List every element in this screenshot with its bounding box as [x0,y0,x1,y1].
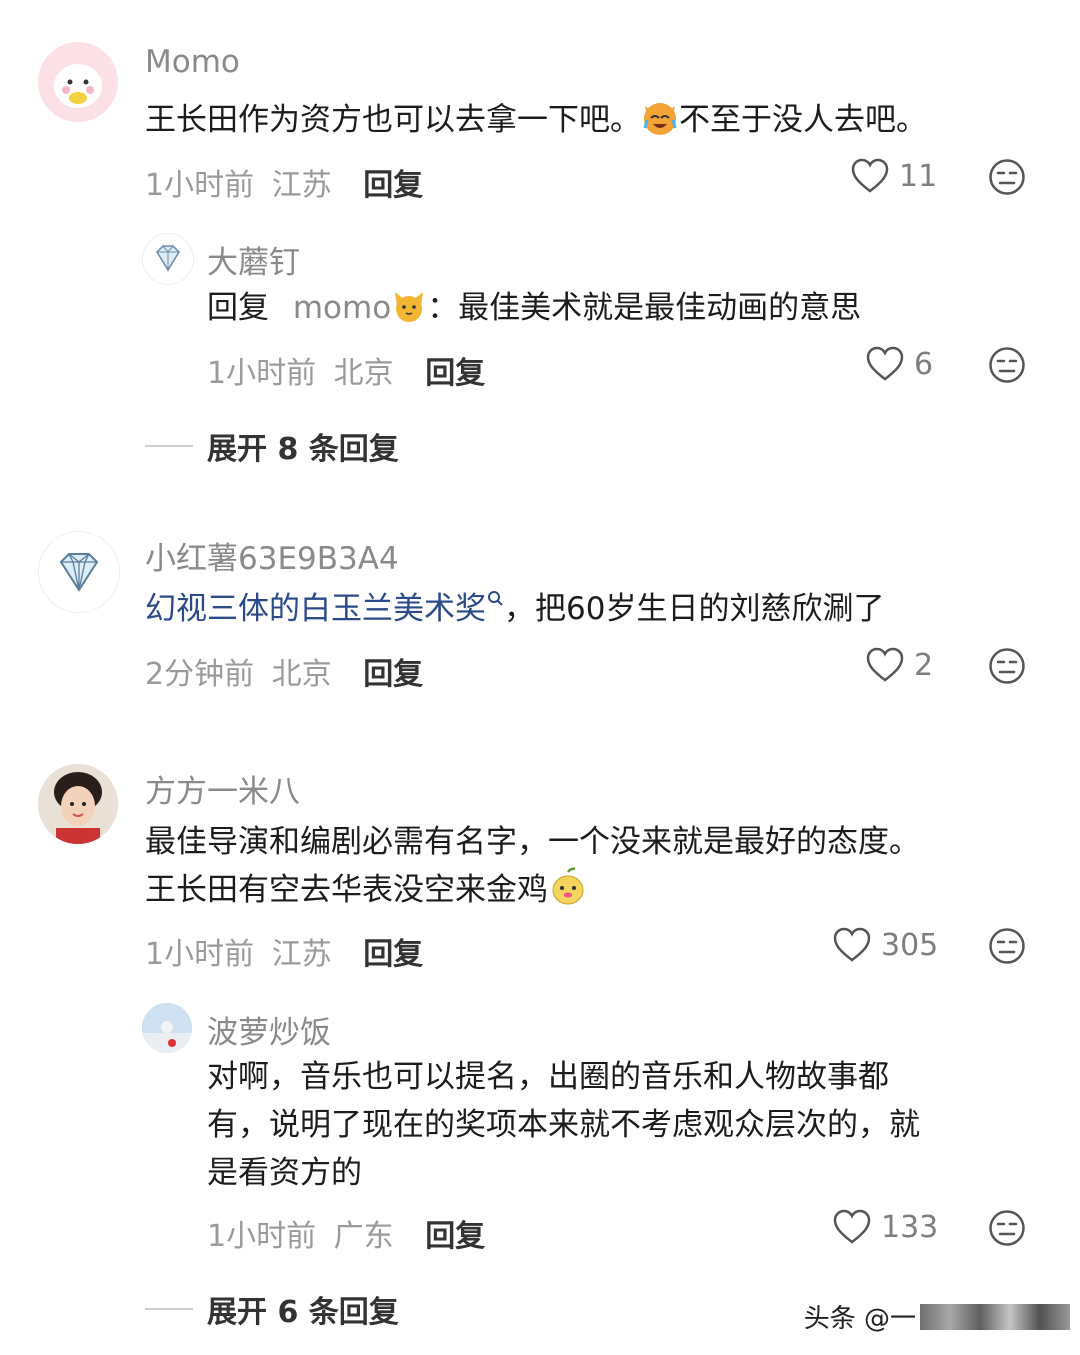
comment-text: 回复 momo ：最佳美术就是最佳动画的意思 [207,290,862,326]
reply-button[interactable]: 回复 [363,657,423,692]
heart-icon [833,1209,871,1244]
comment-meta: 2分钟前 北京 回复 [145,649,423,693]
dislike-button[interactable] [988,158,1026,200]
search-icon[interactable] [486,589,504,611]
reply-button[interactable]: 回复 [425,356,485,391]
comment-text: 最佳导演和编剧必需有名字，一个没来就是最好的态度。 王长田有空去华表没空来金鸡 [145,824,920,908]
like-button[interactable]: 6 [866,346,933,382]
comment-author[interactable]: 小红薯63E9B3A4 [145,533,399,578]
meh-face-icon [989,648,1025,684]
comment-time: 1小时前 [207,1219,317,1254]
comment-meta: 1小时前 江苏 回复 [145,160,423,204]
meh-face-icon [989,928,1025,964]
comment-author[interactable]: Momo [145,44,240,80]
dislike-button[interactable] [988,647,1026,689]
comment-location: 江苏 [271,168,332,203]
like-button[interactable]: 305 [833,927,938,963]
avatar[interactable] [142,233,194,285]
diamond-icon [59,553,99,592]
meh-face-icon [989,159,1025,195]
heart-icon [833,927,871,962]
comment-text: 王长田作为资方也可以去拿一下吧。 不至于没人去吧。 [145,102,927,138]
heart-icon [851,158,889,193]
divider-line [145,445,193,447]
reply-button[interactable]: 回复 [363,937,423,972]
avatar-image [38,764,118,844]
like-count: 2 [914,647,934,683]
comment-location: 广东 [333,1219,394,1254]
watermark-obscured-name [920,1303,1070,1330]
comment-meta: 1小时前 江苏 回复 [145,929,423,973]
comment-text: 对啊，音乐也可以提名，出圈的音乐和人物故事都 有，说明了现在的奖项本来就不考虑观… [207,1059,920,1191]
like-button[interactable]: 2 [866,647,933,683]
cat-emoji-icon [395,292,424,322]
meh-face-icon [989,347,1025,383]
avatar[interactable] [38,42,118,122]
like-count: 133 [881,1209,939,1245]
comment-time: 1小时前 [145,937,255,972]
like-count: 6 [914,346,934,382]
comment-meta: 1小时前 北京 回复 [207,348,485,392]
comment-author[interactable]: 方方一米八 [145,766,300,811]
avatar[interactable] [142,1003,192,1053]
search-link[interactable]: 幻视三体的白玉兰美术奖 [145,591,486,627]
avatar[interactable] [38,531,120,613]
heart-icon [866,647,904,682]
like-count: 11 [899,158,938,194]
avatar-image [38,42,118,122]
avatar-image [142,1003,192,1053]
diamond-icon [156,245,180,272]
expand-replies-button[interactable]: 展开 8 条回复 [145,424,399,468]
reply-button[interactable]: 回复 [363,168,423,203]
dislike-button[interactable] [988,1209,1026,1251]
dislike-button[interactable] [988,927,1026,969]
reply-button[interactable]: 回复 [425,1219,485,1254]
expand-replies-button[interactable]: 展开 6 条回复 [145,1287,399,1331]
like-button[interactable]: 11 [851,158,937,194]
comment-location: 北京 [333,356,394,391]
comment-meta: 1小时前 广东 回复 [207,1211,485,1255]
heart-icon [866,346,904,381]
meh-face-icon [989,1210,1025,1246]
comment-time: 1小时前 [145,168,255,203]
pear-face-emoji-icon [552,867,584,905]
comment-time: 2分钟前 [145,657,255,692]
comment-author[interactable]: 波萝炒饭 [207,1007,331,1052]
comment-time: 1小时前 [207,356,317,391]
like-button[interactable]: 133 [833,1209,938,1245]
like-count: 305 [881,927,939,963]
crying-laughing-cat-emoji-icon [643,103,677,135]
dislike-button[interactable] [988,346,1026,388]
comment-location: 江苏 [271,937,332,972]
watermark: 头条 @一 [804,1298,1070,1335]
comment-text: 幻视三体的白玉兰美术奖 ，把60岁生日的刘慈欣涮了 [145,589,885,627]
reply-target[interactable]: momo [293,290,391,326]
comment-location: 北京 [271,657,332,692]
divider-line [145,1308,193,1310]
comment-author[interactable]: 大蘑钉 [207,237,300,282]
avatar[interactable] [38,764,118,844]
